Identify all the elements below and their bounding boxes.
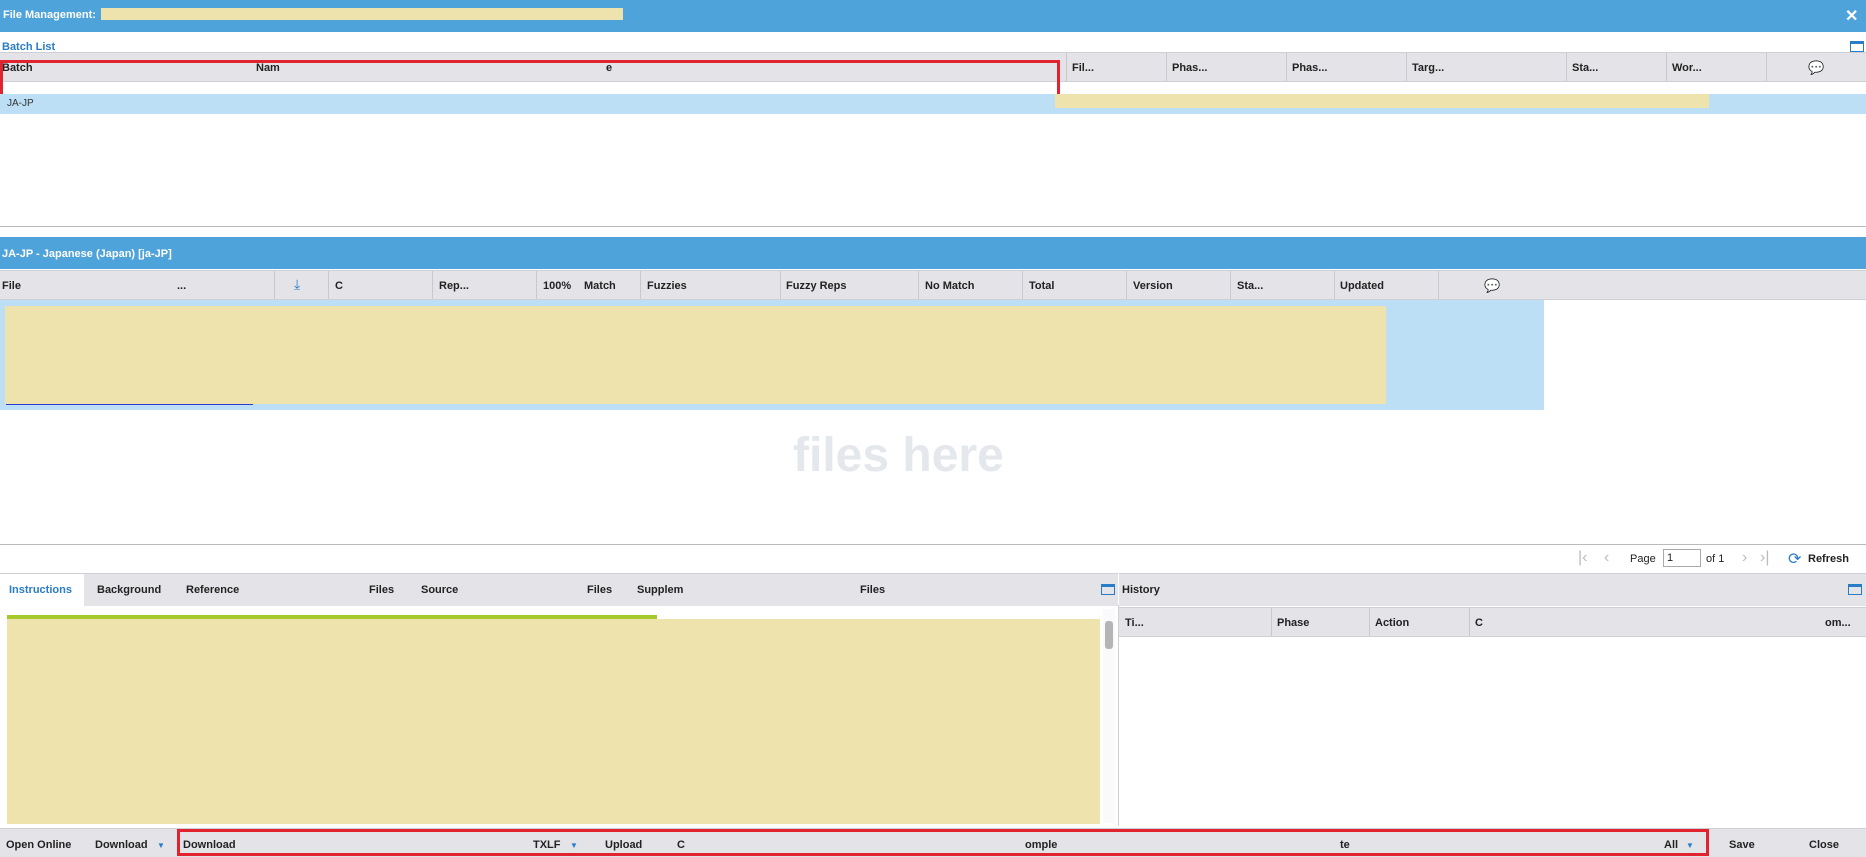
annotation-box-footer [177,829,1709,856]
col-time[interactable]: Ti... [1125,617,1144,629]
locale-title: JA-JP - Japanese (Japan) [ja-JP] [2,248,172,260]
batch-row-name: JA-JP [7,98,34,109]
redacted-file-row [5,306,1386,404]
tab-supplemental[interactable]: Supplem [637,584,683,596]
redacted-instructions [7,619,1100,824]
instructions-body [0,605,1119,826]
reference-tabs: Instructions Background Reference Files … [0,573,1118,606]
col-comment-end[interactable]: om... [1825,617,1851,629]
col-match[interactable]: Match [584,280,616,292]
col-workflow[interactable]: Wor... [1672,62,1702,74]
col-updated[interactable]: Updated [1340,280,1384,292]
close-button[interactable]: Close [1809,839,1839,851]
col-no-match[interactable]: No Match [925,280,975,292]
window-title: File Management: [3,9,96,21]
window-titlebar: File Management: ✕ [0,0,1866,32]
col-reps[interactable]: Rep... [439,280,469,292]
first-page-icon[interactable]: |‹ [1578,549,1587,567]
col-phase-1[interactable]: Phas... [1172,62,1207,74]
download-menu-button[interactable]: Download [95,839,148,851]
col-version[interactable]: Version [1133,280,1173,292]
history-header: Ti... Phase Action C om... [1119,607,1866,637]
maximize-icon[interactable] [1848,584,1862,595]
col-fuzzies[interactable]: Fuzzies [647,280,687,292]
locale-bar: JA-JP - Japanese (Japan) [ja-JP] [0,237,1866,269]
tab-reference[interactable]: Reference [186,584,239,596]
save-button[interactable]: Save [1729,839,1755,851]
redacted-row-content [1055,94,1709,108]
col-phase[interactable]: Phase [1277,617,1309,629]
page-of-label: of 1 [1706,553,1725,565]
page-input[interactable]: 1 [1663,549,1701,567]
open-online-button[interactable]: Open Online [6,839,71,851]
col-action[interactable]: Action [1375,617,1409,629]
col-files[interactable]: Fil... [1072,62,1094,74]
tab-source[interactable]: Source [421,584,458,596]
history-title: History [1122,584,1160,596]
maximize-icon[interactable] [1850,41,1864,52]
pager: |‹ ‹ Page 1 of 1 › ›| ⟳ Refresh [1574,548,1866,572]
tab-reference-files[interactable]: Files [369,584,394,596]
maximize-icon[interactable] [1101,584,1115,595]
col-phase-2[interactable]: Phas... [1292,62,1327,74]
next-page-icon[interactable]: › [1742,549,1747,567]
col-file[interactable]: File [2,280,21,292]
scrollbar-thumb[interactable] [1105,621,1113,649]
download-icon[interactable]: ⤓ [294,276,300,293]
comment-icon[interactable]: 💬 [1484,278,1500,294]
last-page-icon[interactable]: ›| [1760,549,1769,567]
batch-row[interactable]: JA-JP [0,94,1866,114]
file-row[interactable] [0,300,1544,410]
col-total[interactable]: Total [1029,280,1054,292]
page-label: Page [1630,553,1656,565]
col-c[interactable]: C [335,280,343,292]
col-fuzzy-reps[interactable]: Fuzzy Reps [786,280,847,292]
col-100[interactable]: 100% [543,280,571,292]
col-file-more[interactable]: ... [177,280,186,292]
prev-page-icon[interactable]: ‹ [1604,549,1609,567]
files-header: File ... ⤓ C Rep... 100% Match Fuzzies F… [0,270,1866,300]
tab-source-files[interactable]: Files [587,584,612,596]
refresh-button[interactable]: Refresh [1808,553,1849,565]
col-status[interactable]: Sta... [1237,280,1263,292]
chevron-down-icon[interactable]: ▼ [157,841,165,850]
col-target[interactable]: Targ... [1412,62,1444,74]
tab-instructions[interactable]: Instructions [0,574,84,606]
drop-files-hint: files here [793,429,1004,482]
scrollbar[interactable] [1103,609,1115,823]
col-status[interactable]: Sta... [1572,62,1598,74]
close-icon[interactable]: ✕ [1845,6,1858,26]
comment-icon[interactable]: 💬 [1808,60,1824,76]
tab-supplemental-files[interactable]: Files [860,584,885,596]
history-bar: History [1119,573,1866,606]
tab-background[interactable]: Background [97,584,161,596]
redacted-title [101,8,623,20]
refresh-icon[interactable]: ⟳ [1788,549,1801,569]
col-comment[interactable]: C [1475,617,1483,629]
